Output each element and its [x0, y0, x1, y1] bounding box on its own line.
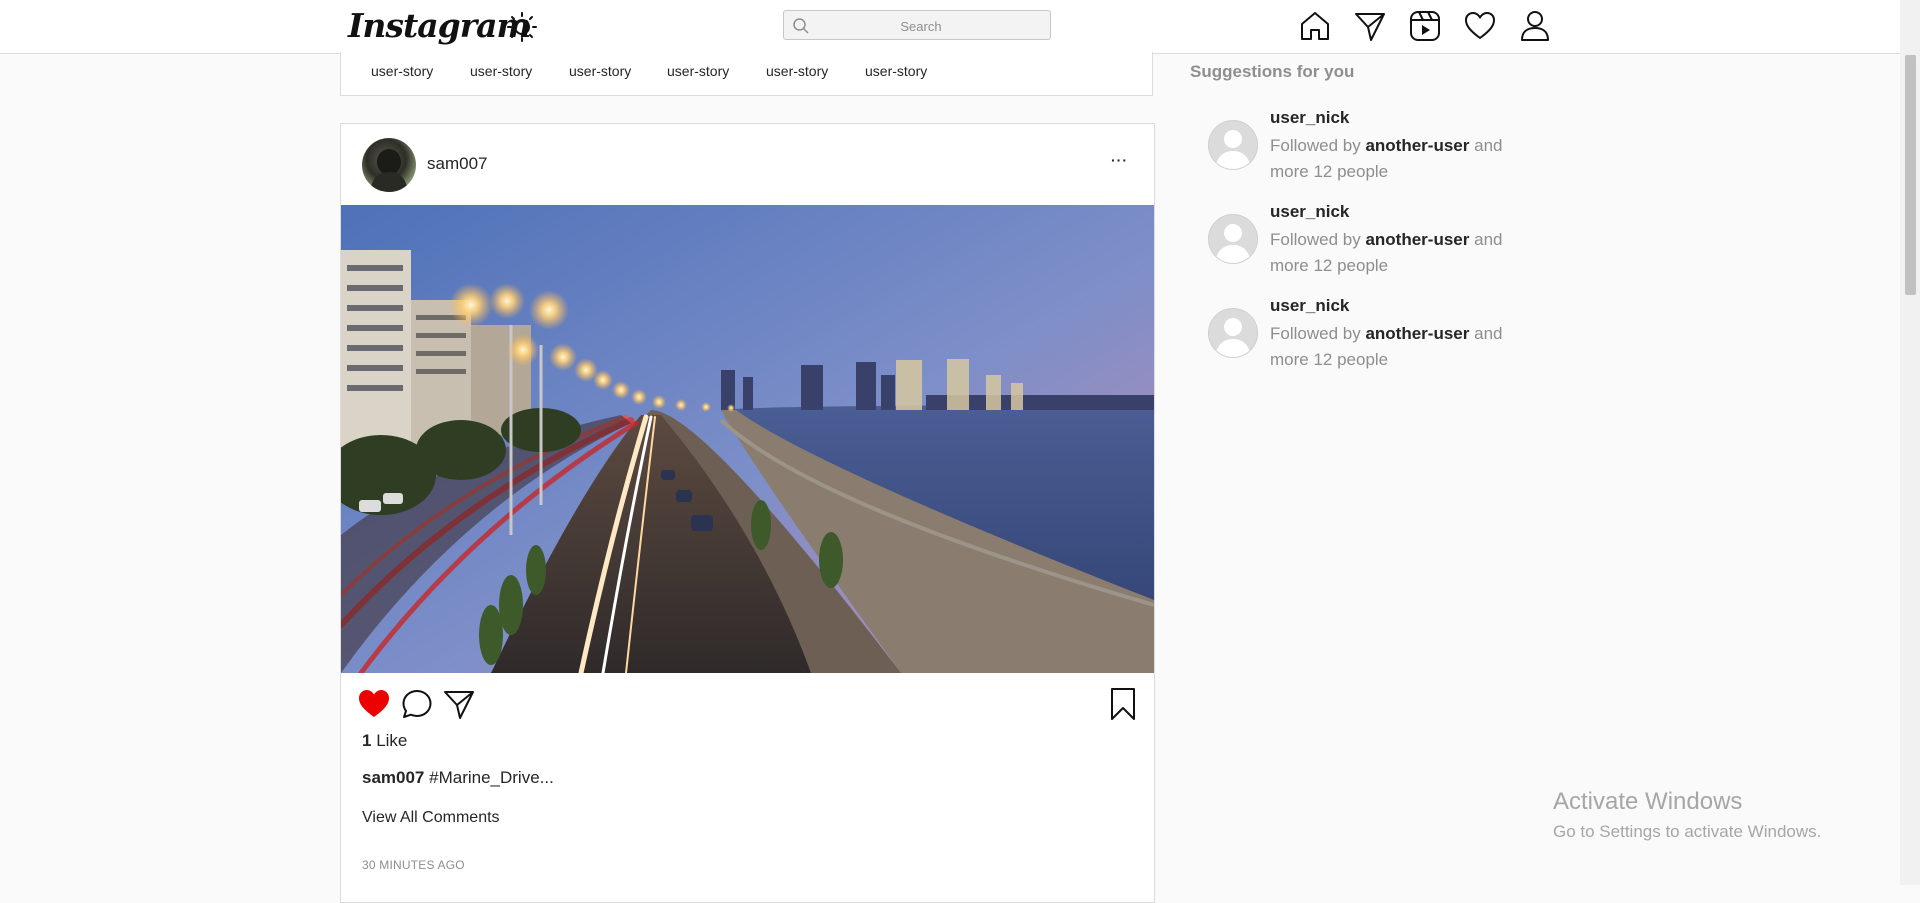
comment-icon[interactable] — [400, 687, 434, 721]
default-avatar-icon — [1209, 309, 1257, 357]
follower-name[interactable]: another-user — [1365, 230, 1469, 249]
profile-icon[interactable] — [1518, 9, 1552, 43]
suggestion-item: user_nick Followed by another-user and m… — [1208, 108, 1538, 198]
story-item[interactable]: user-story — [667, 63, 729, 79]
story-item[interactable]: user-story — [371, 63, 433, 79]
heart-icon[interactable] — [1463, 9, 1497, 43]
followed-by-prefix: Followed by — [1270, 230, 1361, 249]
avatar[interactable] — [1208, 120, 1258, 170]
follower-name[interactable]: another-user — [1365, 324, 1469, 343]
likes-number: 1 — [362, 731, 372, 750]
share-icon[interactable] — [442, 687, 476, 721]
avatar[interactable] — [1208, 308, 1258, 358]
reels-icon[interactable] — [1408, 9, 1442, 43]
search-input[interactable] — [814, 14, 1028, 38]
home-icon[interactable] — [1298, 9, 1332, 43]
send-icon[interactable] — [1353, 9, 1387, 43]
suggestion-username[interactable]: user_nick — [1270, 202, 1349, 222]
suggestion-followed-by: Followed by another-user and more 12 peo… — [1270, 321, 1520, 373]
post-image[interactable] — [341, 205, 1154, 673]
more-options-button[interactable]: ··· — [1111, 152, 1128, 168]
caption-username[interactable]: sam007 — [362, 768, 424, 787]
suggestion-followed-by: Followed by another-user and more 12 peo… — [1270, 227, 1520, 279]
caption-text: #Marine_Drive... — [429, 768, 554, 787]
likes-count[interactable]: 1 Like — [362, 731, 407, 751]
post-card: sam007 ··· 1 Like sam007 #Marine_Drive..… — [340, 123, 1155, 903]
suggestion-followed-by: Followed by another-user and more 12 peo… — [1270, 133, 1520, 185]
page-scrollbar[interactable] — [1900, 0, 1920, 885]
view-all-comments-link[interactable]: View All Comments — [362, 809, 500, 827]
story-item[interactable]: user-story — [865, 63, 927, 79]
followed-by-prefix: Followed by — [1270, 136, 1361, 155]
suggestion-item: user_nick Followed by another-user and m… — [1208, 202, 1538, 292]
suggestion-item: user_nick Followed by another-user and m… — [1208, 296, 1538, 386]
post-username[interactable]: sam007 — [427, 154, 487, 174]
default-avatar-icon — [1209, 121, 1257, 169]
activate-windows-title: Activate Windows — [1553, 788, 1743, 815]
follower-name[interactable]: another-user — [1365, 136, 1469, 155]
instagram-logo[interactable]: Instagram — [348, 4, 531, 48]
top-navbar: Instagram — [0, 0, 1900, 54]
story-item[interactable]: user-story — [569, 63, 631, 79]
post-caption: sam007 #Marine_Drive... — [362, 768, 554, 788]
search-icon — [793, 18, 809, 34]
post-timestamp: 30 MINUTES AGO — [362, 858, 465, 872]
avatar[interactable] — [1208, 214, 1258, 264]
story-item[interactable]: user-story — [766, 63, 828, 79]
stories-bar: user-story user-story user-story user-st… — [340, 52, 1153, 96]
followed-by-prefix: Followed by — [1270, 324, 1361, 343]
suggestion-username[interactable]: user_nick — [1270, 108, 1349, 128]
story-item[interactable]: user-story — [470, 63, 532, 79]
bookmark-icon[interactable] — [1106, 687, 1140, 721]
scrollbar-thumb[interactable] — [1905, 55, 1916, 295]
activate-windows-subtitle: Go to Settings to activate Windows. — [1553, 822, 1822, 841]
search-box — [783, 10, 1051, 40]
suggestion-username[interactable]: user_nick — [1270, 296, 1349, 316]
suggestions-title: Suggestions for you — [1190, 62, 1355, 81]
likes-label: Like — [376, 731, 408, 750]
like-heart-icon[interactable] — [357, 687, 391, 721]
sun-icon[interactable] — [505, 10, 539, 44]
default-avatar-icon — [1209, 215, 1257, 263]
avatar[interactable] — [362, 138, 416, 192]
